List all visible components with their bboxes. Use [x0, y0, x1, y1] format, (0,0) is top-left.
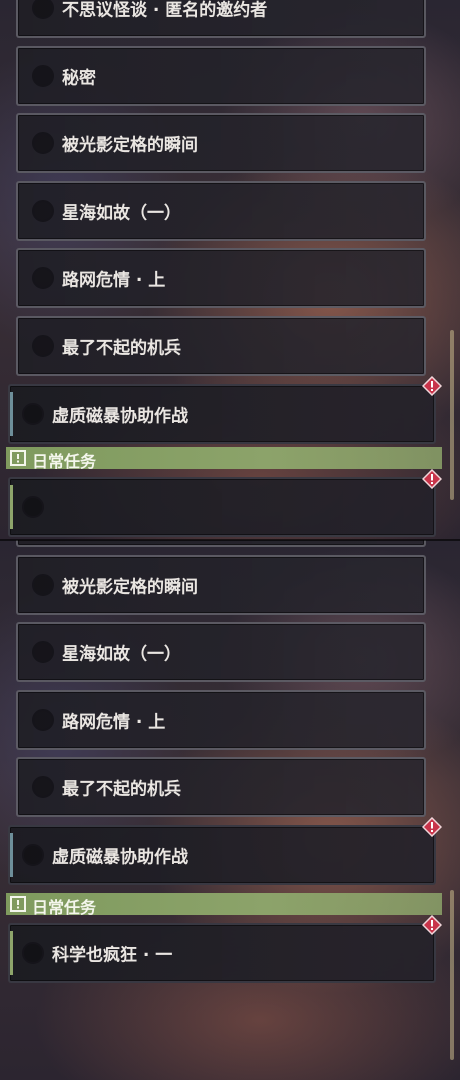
- quest-label: 被光影定格的瞬间: [62, 577, 198, 598]
- quest-label: 路网危情 · 上: [62, 712, 166, 733]
- quest-label: 虚质磁暴协助作战: [52, 406, 188, 427]
- quest-label: 星海如故（一）: [62, 644, 181, 665]
- quest-label: 虚质磁暴协助作战: [52, 847, 188, 868]
- exclamation-box-icon: [10, 895, 26, 912]
- quest-label: 最了不起的机兵: [62, 338, 181, 359]
- quest-item[interactable]: 秘密: [16, 540, 426, 547]
- frame-divider: [0, 539, 460, 541]
- status-circle-icon: [32, 708, 54, 731]
- status-circle-icon: [32, 199, 54, 222]
- status-circle-icon: [32, 64, 54, 87]
- special-quest-item[interactable]: 虚质磁暴协助作战: [8, 816, 442, 885]
- quest-item[interactable]: 路网危情 · 上: [16, 248, 426, 309]
- daily-quest-item[interactable]: [8, 469, 442, 538]
- quest-label: 星海如故（一）: [62, 203, 181, 224]
- quest-label: 被光影定格的瞬间: [62, 135, 198, 156]
- quest-label: 科学也疯狂 · 一: [52, 945, 173, 966]
- status-circle-icon: [22, 496, 44, 519]
- status-circle-icon: [22, 402, 44, 425]
- quest-list: 不思议怪谈 · 匿名的邀约者 秘密 被光影定格的瞬间 星海如故（一） 路网危情 …: [0, 0, 460, 538]
- status-circle-icon: [22, 941, 44, 964]
- exclamation-diamond-icon: [422, 816, 442, 837]
- quest-panel-bottom: 秘密 被光影定格的瞬间 星海如故（一） 路网危情 · 上 最了不起的机兵 虚质磁…: [0, 540, 460, 1080]
- section-title: 日常任务: [32, 452, 97, 472]
- section-title: 日常任务: [32, 897, 97, 917]
- status-circle-icon: [32, 573, 54, 596]
- quest-label: 不思议怪谈 · 匿名的邀约者: [62, 0, 268, 21]
- daily-tasks-header[interactable]: 日常任务: [6, 447, 442, 472]
- quest-list: 秘密 被光影定格的瞬间 星海如故（一） 路网危情 · 上 最了不起的机兵 虚质磁…: [0, 540, 460, 983]
- quest-label: 最了不起的机兵: [62, 779, 181, 800]
- status-circle-icon: [32, 641, 54, 664]
- status-circle-icon: [32, 132, 54, 155]
- quest-item[interactable]: 被光影定格的瞬间: [16, 113, 426, 174]
- status-circle-icon: [32, 0, 54, 19]
- quest-item[interactable]: 星海如故（一）: [16, 180, 426, 241]
- quest-label: 路网危情 · 上: [62, 270, 166, 291]
- exclamation-box-icon: [10, 450, 26, 467]
- scrollbar-thumb[interactable]: [450, 890, 454, 1060]
- quest-item[interactable]: 星海如故（一）: [16, 622, 426, 683]
- scrollbar-thumb[interactable]: [450, 330, 454, 500]
- status-circle-icon: [32, 776, 54, 799]
- exclamation-diamond-icon: [422, 375, 442, 396]
- special-quest-item[interactable]: 虚质磁暴协助作战: [8, 375, 442, 444]
- quest-item[interactable]: 秘密: [16, 45, 426, 106]
- quest-item[interactable]: 被光影定格的瞬间: [16, 554, 426, 615]
- quest-item[interactable]: 最了不起的机兵: [16, 315, 426, 376]
- status-circle-icon: [22, 843, 44, 866]
- quest-item[interactable]: 不思议怪谈 · 匿名的邀约者: [16, 0, 426, 38]
- quest-item[interactable]: 路网危情 · 上: [16, 689, 426, 750]
- status-circle-icon: [32, 267, 54, 290]
- daily-tasks-header[interactable]: 日常任务: [6, 892, 442, 917]
- quest-panel-top: 不思议怪谈 · 匿名的邀约者 秘密 被光影定格的瞬间 星海如故（一） 路网危情 …: [0, 0, 460, 540]
- exclamation-diamond-icon: [422, 914, 442, 935]
- exclamation-diamond-icon: [422, 469, 442, 490]
- status-circle-icon: [32, 334, 54, 357]
- daily-quest-item[interactable]: 科学也疯狂 · 一: [8, 914, 442, 983]
- quest-label: 秘密: [62, 68, 96, 89]
- quest-item[interactable]: 最了不起的机兵: [16, 757, 426, 818]
